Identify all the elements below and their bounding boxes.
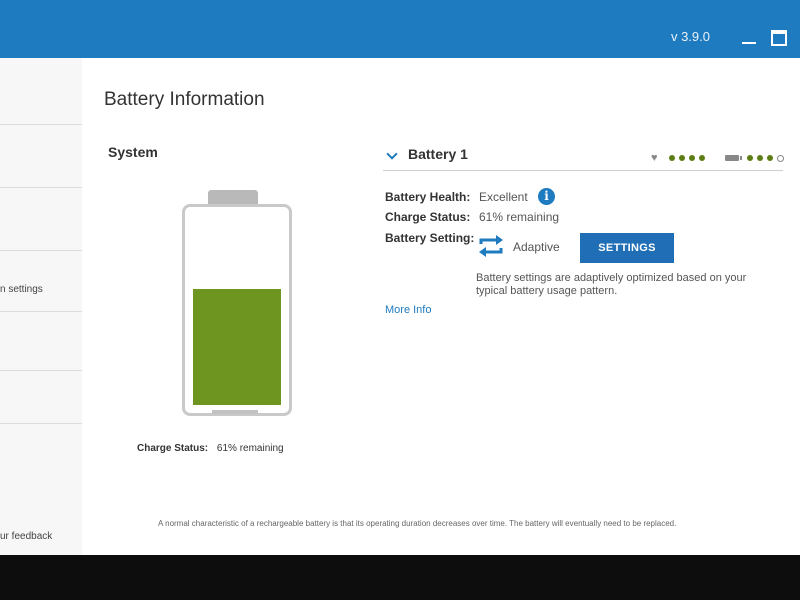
sidebar-feedback[interactable]: ur feedback (0, 518, 82, 548)
charge-status-value: 61% remaining (216, 443, 284, 454)
sidebar-item[interactable] (0, 58, 82, 125)
battery-graphic (182, 204, 292, 416)
sidebar-item[interactable] (0, 188, 82, 251)
battery1-header[interactable]: Battery 1 (385, 146, 468, 162)
heart-icon: ♥ (651, 152, 658, 164)
sidebar-item[interactable] (0, 312, 82, 371)
charge-status-value: 61% remaining (479, 210, 560, 224)
battery-icon (725, 155, 742, 161)
charge-status-label: Charge Status: (137, 443, 209, 454)
system-heading: System (108, 144, 158, 160)
maximize-icon[interactable] (770, 28, 788, 46)
battery-setting-value: Adaptive (513, 240, 560, 254)
feedback-label: ur feedback (0, 531, 53, 542)
minimize-icon[interactable] (740, 28, 758, 46)
charge-dot (747, 155, 753, 161)
divider (383, 170, 783, 171)
more-info-link[interactable]: More Info (385, 304, 431, 316)
charge-dot-empty (777, 154, 784, 162)
health-dot (669, 155, 675, 161)
page-title: Battery Information (104, 89, 265, 110)
health-dot (699, 155, 705, 161)
charge-status-label: Charge Status: (385, 210, 471, 224)
battery-footnote: A normal characteristic of a rechargeabl… (158, 519, 677, 528)
battery1-title: Battery 1 (408, 146, 468, 162)
health-dot (689, 155, 695, 161)
setting-description: Battery settings are adaptively optimize… (476, 272, 747, 297)
battery-health-value: Excellent (479, 190, 528, 204)
charge-status-summary: Charge Status: 61% remaining (137, 443, 284, 454)
version-label: v 3.9.0 (670, 29, 710, 44)
battery-health-label: Battery Health: (385, 190, 471, 204)
info-icon[interactable]: i (538, 188, 555, 205)
app-window: v 3.9.0 n settings ur feedback Battery I… (0, 0, 800, 555)
sidebar-item-settings[interactable]: n settings (0, 251, 82, 312)
sidebar: n settings ur feedback (0, 58, 82, 555)
chevron-down-icon (386, 148, 398, 160)
battery-cap (208, 190, 258, 204)
title-bar: v 3.9.0 (0, 0, 800, 58)
settings-button[interactable]: SETTINGS (580, 233, 674, 263)
battery-base (212, 410, 258, 414)
charge-dot (767, 155, 773, 161)
sidebar-item[interactable] (0, 125, 82, 188)
refresh-icon (479, 235, 503, 257)
charge-dot (757, 155, 763, 161)
battery-charge-fill (193, 289, 281, 405)
battery-indicators: ♥ (651, 152, 784, 164)
battery-setting-label: Battery Setting: (385, 231, 475, 245)
sidebar-item-label: n settings (0, 284, 43, 295)
sidebar-item[interactable] (0, 371, 82, 424)
health-dot (679, 155, 685, 161)
